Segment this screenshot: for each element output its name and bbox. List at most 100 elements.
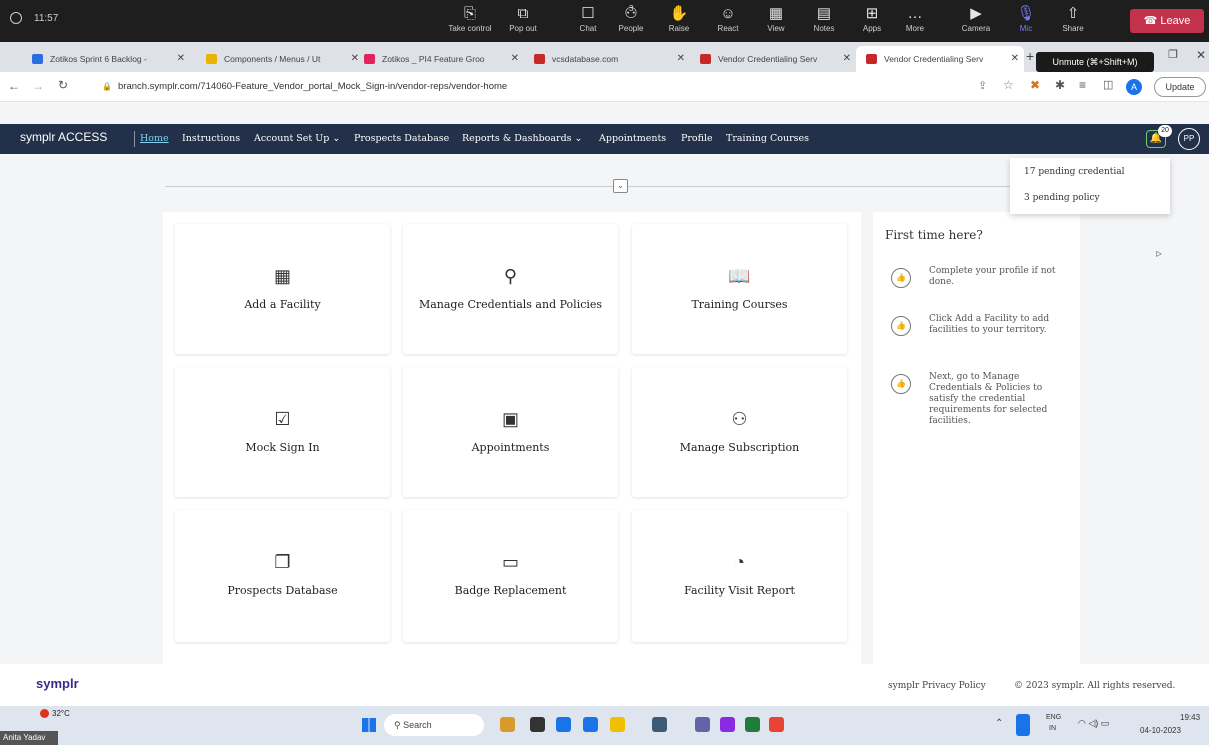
share-page-icon[interactable]: ⇪ <box>978 79 987 92</box>
card-training-courses[interactable]: 📖 Training Courses <box>632 224 847 354</box>
notes-button[interactable]: ▤ Notes <box>801 4 847 33</box>
reload-icon[interactable]: ↻ <box>58 78 68 92</box>
bookmark-star-icon[interactable]: ☆ <box>1003 78 1014 92</box>
extensions-puzzle-icon[interactable]: ✱ <box>1055 78 1065 92</box>
symplr-access-logo[interactable]: symplr ACCESS <box>20 130 107 144</box>
take-control-button[interactable]: ⎘ Take control <box>447 4 493 33</box>
pending-credential-item[interactable]: 17 pending credential <box>1024 167 1125 177</box>
thumbs-up-icon: 👍 <box>891 374 911 394</box>
nav-item-5[interactable]: Appointments <box>599 124 666 154</box>
close-window-icon[interactable]: ✕ <box>1196 48 1206 62</box>
tab-close-icon[interactable]: ✕ <box>843 46 851 72</box>
more-button[interactable]: … More <box>892 4 938 33</box>
reading-list-icon[interactable]: ≡ <box>1079 78 1086 92</box>
people-label: People <box>618 24 644 33</box>
file-check-icon: ☑ <box>274 409 291 429</box>
nav-item-4[interactable]: Reports & Dashboards ⌄ <box>462 124 583 154</box>
browser-tab[interactable]: Components / Menus / Ut ✕ <box>196 46 364 72</box>
profile-avatar[interactable]: A <box>1126 79 1142 95</box>
taskbar-app-icon[interactable] <box>583 717 598 732</box>
share-label: Share <box>1062 24 1084 33</box>
back-icon[interactable]: ← <box>8 79 20 93</box>
collapse-chevron-icon[interactable]: ⌄ <box>613 179 628 193</box>
tab-close-icon[interactable]: ✕ <box>177 46 185 72</box>
taskbar-app-icon[interactable] <box>652 717 667 732</box>
card-badge-replacement[interactable]: ▭ Badge Replacement <box>403 510 618 642</box>
card-facility-visit-report[interactable]: ◔ Facility Visit Report <box>632 510 847 642</box>
card-mock-sign-in[interactable]: ☑ Mock Sign In <box>175 367 390 497</box>
browser-tab[interactable]: Zotikos _ PI4 Feature Groo ✕ <box>354 46 524 72</box>
taskbar-app-icon[interactable] <box>500 717 515 732</box>
tab-favicon-icon <box>32 54 43 64</box>
update-button[interactable]: Update <box>1154 77 1206 97</box>
clock-time[interactable]: 19:43 <box>1180 713 1200 722</box>
card-label: Manage Subscription <box>679 441 800 454</box>
side-panel-icon[interactable]: ◫ <box>1103 78 1113 91</box>
nav-item-3[interactable]: Prospects Database <box>354 124 449 154</box>
url-field[interactable]: 🔒 branch.symplr.com/714060-Feature_Vendor… <box>100 77 980 97</box>
tray-mic-icon[interactable] <box>1016 714 1030 736</box>
url-text: branch.symplr.com/714060-Feature_Vendor_… <box>118 81 508 92</box>
pending-policy-item[interactable]: 3 pending policy <box>1024 193 1100 203</box>
card-label: Training Courses <box>691 298 788 311</box>
book-icon: 📖 <box>728 266 751 286</box>
camera-off-button[interactable]: ▶ Camera <box>953 4 999 33</box>
tab-close-icon[interactable]: ✕ <box>511 46 519 72</box>
raise-hand-button[interactable]: ✋ Raise <box>656 4 702 33</box>
forward-icon[interactable]: → <box>32 79 44 93</box>
tray-chevron-icon[interactable]: ⌃ <box>995 718 1003 729</box>
browser-tab[interactable]: Vendor Credentialing Serv ✕ <box>856 46 1024 72</box>
wifi-volume-battery-icons[interactable]: ◠ ◁) ▭ <box>1078 718 1109 729</box>
taskbar-app-icon[interactable] <box>530 717 545 732</box>
card-add-a-facility[interactable]: ▦ Add a Facility <box>175 224 390 354</box>
nav-item-0[interactable]: Home <box>140 124 169 154</box>
taskbar-app-icon[interactable] <box>720 717 735 732</box>
language-indicator[interactable]: ENG <box>1046 714 1061 721</box>
privacy-policy-link[interactable]: symplr Privacy Policy <box>888 681 986 691</box>
taskbar-app-icon[interactable] <box>695 717 710 732</box>
browser-tab[interactable]: vcsdatabase.com ✕ <box>524 46 690 72</box>
card-manage-subscription[interactable]: ⚇ Manage Subscription <box>632 367 847 497</box>
user-avatar[interactable]: PP <box>1178 128 1200 150</box>
chat-button[interactable]: ☐ Chat <box>565 4 611 33</box>
taskbar-app-icon[interactable] <box>556 717 571 732</box>
taskbar-app-icon[interactable] <box>745 717 760 732</box>
tab-close-icon[interactable]: ✕ <box>1011 46 1019 72</box>
browser-tab[interactable]: Zotikos Sprint 6 Backlog - ✕ <box>22 46 190 72</box>
browser-tab[interactable]: Vendor Credentialing Serv ✕ <box>690 46 856 72</box>
user-check-icon: ⚲ <box>503 266 518 286</box>
weather-temp[interactable]: 32°C <box>52 709 70 718</box>
card-appointments[interactable]: ▣ Appointments <box>403 367 618 497</box>
take-control-icon: ⎘ <box>463 5 476 22</box>
nav-item-2[interactable]: Account Set Up ⌄ <box>254 124 340 154</box>
leave-button[interactable]: ☎ Leave <box>1130 9 1204 33</box>
collapse-divider <box>165 186 1025 187</box>
notes-icon: ▤ <box>816 5 832 22</box>
mic-off-button[interactable]: 🎙 Mic <box>1003 4 1049 33</box>
restore-window-icon[interactable]: ❐ <box>1168 48 1178 61</box>
users-icon: ⚇ <box>731 409 748 429</box>
react-label: React <box>717 24 739 33</box>
tab-favicon-icon <box>534 54 545 64</box>
taskbar-app-icon[interactable] <box>769 717 784 732</box>
new-tab-button[interactable]: + <box>1026 48 1034 64</box>
pop-out-button[interactable]: ⧉ Pop out <box>500 4 546 33</box>
nav-item-6[interactable]: Profile <box>681 124 713 154</box>
windows-start-icon[interactable] <box>362 718 376 732</box>
share-button[interactable]: ⇧ Share <box>1050 4 1096 33</box>
extension-x-icon[interactable]: ✖ <box>1030 78 1040 92</box>
react-button[interactable]: ☺ React <box>705 4 751 33</box>
react-icon: ☺ <box>720 5 736 22</box>
view-button[interactable]: ▦ View <box>753 4 799 33</box>
taskbar-app-icon[interactable] <box>610 717 625 732</box>
card-prospects-database[interactable]: ❐ Prospects Database <box>175 510 390 642</box>
nav-item-7[interactable]: Training Courses <box>726 124 809 154</box>
card-manage-credentials-and-policies[interactable]: ⚲ Manage Credentials and Policies <box>403 224 618 354</box>
pop-out-icon: ⧉ <box>517 5 529 22</box>
taskbar-search-box[interactable]: ⚲ Search <box>384 714 484 736</box>
apps-button[interactable]: ⊞ Apps <box>849 4 895 33</box>
tab-close-icon[interactable]: ✕ <box>677 46 685 72</box>
nav-item-1[interactable]: Instructions <box>182 124 240 154</box>
pie-chart-icon: ◔ <box>734 552 745 572</box>
view-icon: ▦ <box>768 5 784 22</box>
